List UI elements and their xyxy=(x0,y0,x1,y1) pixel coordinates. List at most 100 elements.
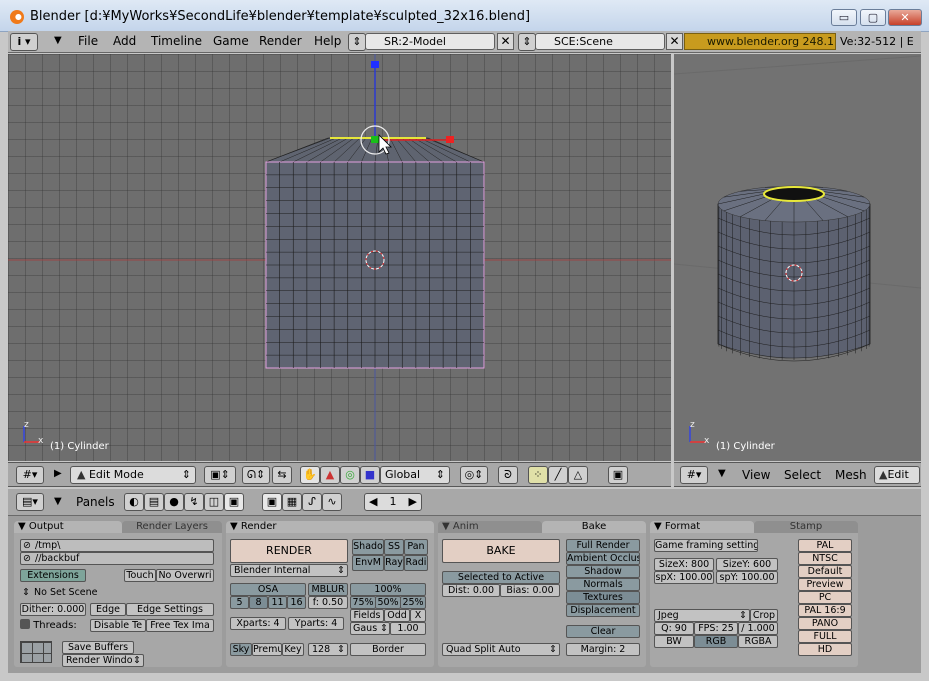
bake-ambient-occlus-toggle[interactable]: Ambient Occlus xyxy=(566,552,640,565)
shading-icon[interactable]: ● xyxy=(164,493,184,511)
osa-5-toggle[interactable]: 5 xyxy=(230,596,249,609)
render-engine-select[interactable]: Blender Internal ⇕ xyxy=(230,564,348,577)
aspy-field[interactable]: spY: 100.00 xyxy=(716,571,778,584)
mblur-toggle[interactable]: MBLUR xyxy=(308,583,348,596)
editor-type-icon[interactable]: #▾ xyxy=(16,466,44,484)
pivot-icon[interactable]: ᘏ⇕ xyxy=(242,466,270,484)
size-75-toggle[interactable]: 75% xyxy=(350,596,376,609)
fields-toggle[interactable]: Fields xyxy=(350,609,384,622)
collapse-arrow-icon[interactable]: ▼ xyxy=(718,468,726,479)
info-editor-type-icon[interactable]: i ▾ xyxy=(10,33,38,51)
sound-icon[interactable]: ᔑ xyxy=(302,493,322,511)
menu-help[interactable]: Help xyxy=(314,34,341,48)
expand-arrow-icon[interactable]: ▶ xyxy=(54,468,62,479)
hand-manipulator-icon[interactable]: ✋ xyxy=(300,466,320,484)
bake-full-render-toggle[interactable]: Full Render xyxy=(566,539,640,552)
no-overwrite-toggle[interactable]: No Overwri xyxy=(156,569,214,582)
close-button[interactable]: ✕ xyxy=(888,9,922,26)
render-button[interactable]: RENDER xyxy=(230,539,348,563)
key-toggle[interactable]: Key xyxy=(282,643,304,656)
scene-browse-icon[interactable]: ⇕ xyxy=(518,33,536,51)
dither-field[interactable]: Dither: 0.000 xyxy=(20,603,86,616)
screen-delete-button[interactable]: ✕ xyxy=(497,33,514,50)
object-icon[interactable]: ↯ xyxy=(184,493,204,511)
sizey-field[interactable]: SizeY: 600 xyxy=(716,558,778,571)
output-path-field[interactable]: ⊘/tmp\ xyxy=(20,539,214,552)
layout-grid-icon[interactable] xyxy=(20,641,52,663)
fps-base-field[interactable]: / 1.000 xyxy=(738,622,778,635)
bake-normals-toggle[interactable]: Normals xyxy=(566,578,640,591)
x-toggle[interactable]: X xyxy=(410,609,426,622)
editor-type-icon[interactable]: #▾ xyxy=(680,466,708,484)
render-layers-tab[interactable]: Render Layers xyxy=(122,521,222,533)
anim-buttons-icon[interactable]: ▦ xyxy=(282,493,302,511)
3d-viewport-perspective[interactable]: z x (1) Cylinder xyxy=(674,54,921,461)
face-select-icon[interactable]: △ xyxy=(568,466,588,484)
save-buffers-toggle[interactable]: Save Buffers xyxy=(62,641,134,654)
preset-ntsc-button[interactable]: NTSC xyxy=(798,552,852,565)
menu-render[interactable]: Render xyxy=(259,34,302,48)
3d-viewport-front[interactable]: z x (1) Cylinder xyxy=(8,54,671,461)
orientation-select[interactable]: Global ⇕ xyxy=(380,466,450,484)
translate-icon[interactable]: ▲ xyxy=(320,466,340,484)
dist-field[interactable]: Dist: 0.00 xyxy=(442,584,500,597)
game-framing-button[interactable]: Game framing settings xyxy=(654,539,758,552)
preset-hd-button[interactable]: HD xyxy=(798,643,852,656)
size-50-toggle[interactable]: 50% xyxy=(375,596,401,609)
extensions-toggle[interactable]: Extensions xyxy=(20,569,86,582)
render-tab[interactable]: ▼ Render xyxy=(226,521,434,533)
render-window-select[interactable]: Render Windo ⇕ xyxy=(62,654,144,667)
size-25-toggle[interactable]: 25% xyxy=(400,596,426,609)
quality-field[interactable]: Q: 90 xyxy=(654,622,694,635)
preset-pal-button[interactable]: PAL xyxy=(798,539,852,552)
proportional-icon[interactable]: ◎⇕ xyxy=(460,466,488,484)
border-toggle[interactable]: Border xyxy=(350,643,426,656)
mblur-factor-field[interactable]: f: 0.50 xyxy=(308,596,348,609)
widget-toggle-icon[interactable]: ⇆ xyxy=(272,466,292,484)
osa-8-toggle[interactable]: 8 xyxy=(249,596,268,609)
edge-select-icon[interactable]: ╱ xyxy=(548,466,568,484)
margin-field[interactable]: Margin: 2 xyxy=(566,643,640,656)
scale-icon[interactable]: ■ xyxy=(360,466,380,484)
snap-icon[interactable]: ᘐ xyxy=(498,466,518,484)
clear-toggle[interactable]: Clear xyxy=(566,625,640,638)
logic-icon[interactable]: ◐ xyxy=(124,493,144,511)
file-type-select[interactable]: Jpeg ⇕ xyxy=(654,609,750,622)
menu-select[interactable]: Select xyxy=(784,468,821,482)
preset-default-button[interactable]: Default xyxy=(798,565,852,578)
preset-pal-16-9-button[interactable]: PAL 16:9 xyxy=(798,604,852,617)
backbuf-path-field[interactable]: ⊘//backbuf xyxy=(20,552,214,565)
radio-toggle[interactable]: Radi xyxy=(404,555,428,571)
preset-preview-button[interactable]: Preview xyxy=(798,578,852,591)
editing-icon[interactable]: ◫ xyxy=(204,493,224,511)
render-buttons-icon[interactable]: ▣ xyxy=(262,493,282,511)
ss-toggle[interactable]: SS xyxy=(384,539,404,555)
scene-name-field[interactable]: SCE:Scene xyxy=(535,33,665,50)
bit-depth-select[interactable]: 128 ⇕ xyxy=(308,643,348,656)
edge-settings-button[interactable]: Edge Settings xyxy=(126,603,214,616)
aspx-field[interactable]: spX: 100.00 xyxy=(654,571,714,584)
xparts-field[interactable]: Xparts: 4 xyxy=(230,617,286,630)
scene-icon[interactable]: ▣ xyxy=(224,493,244,511)
osa-16-toggle[interactable]: 16 xyxy=(287,596,306,609)
collapse-arrow-icon[interactable]: ▼ xyxy=(54,35,62,46)
sizex-field[interactable]: SizeX: 800 xyxy=(654,558,714,571)
sky-toggle[interactable]: Sky xyxy=(230,643,252,656)
editor-type-icon[interactable]: ▤▾ xyxy=(16,493,44,511)
menu-view[interactable]: View xyxy=(742,468,770,482)
bias-field[interactable]: Bias: 0.00 xyxy=(500,584,560,597)
screen-name-field[interactable]: SR:2-Model xyxy=(365,33,495,50)
rgb-toggle[interactable]: RGB xyxy=(694,635,738,648)
rotate-icon[interactable]: ◎ xyxy=(340,466,360,484)
draw-type-icon[interactable]: ▣⇕ xyxy=(204,466,236,484)
fps-field[interactable]: FPS: 25 xyxy=(694,622,738,635)
bake-shadow-toggle[interactable]: Shadow xyxy=(566,565,640,578)
envmap-toggle[interactable]: EnvM xyxy=(352,555,384,571)
bake-textures-toggle[interactable]: Textures xyxy=(566,591,640,604)
anim-tab[interactable]: ▼ Anim xyxy=(438,521,542,533)
menu-timeline[interactable]: Timeline xyxy=(151,34,202,48)
mode-select[interactable]: ▲Edit xyxy=(874,466,920,484)
osa-11-toggle[interactable]: 11 xyxy=(268,596,287,609)
no-set-scene-select[interactable]: ⇕ No Set Scene xyxy=(20,587,110,600)
odd-toggle[interactable]: Odd xyxy=(384,609,410,622)
